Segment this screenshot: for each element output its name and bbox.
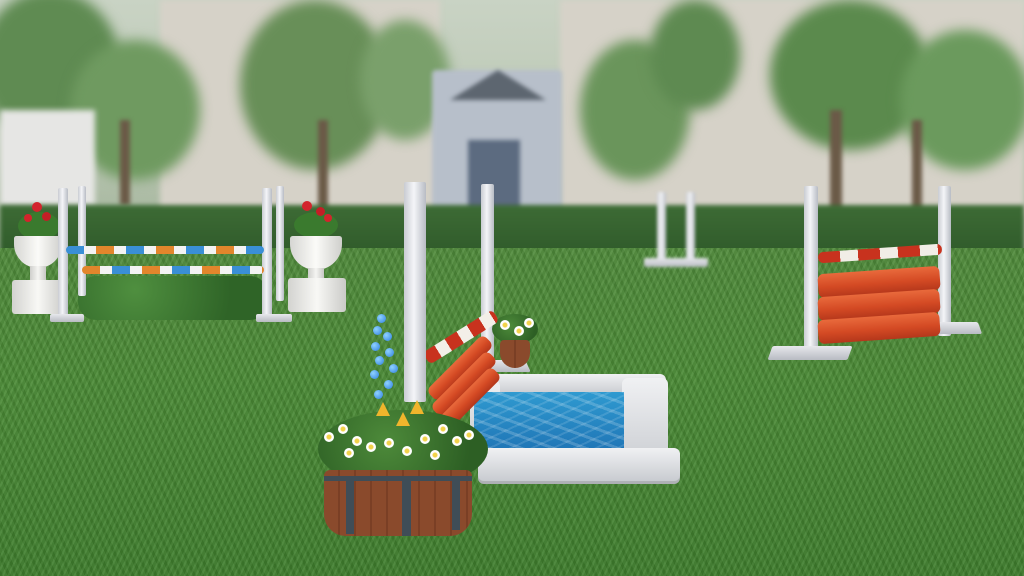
water-pool <box>474 392 624 456</box>
stone-border <box>478 448 680 484</box>
daisy <box>344 448 354 458</box>
left-jump-foot <box>50 314 84 322</box>
plank-jump-foot <box>767 346 853 360</box>
right-urn-base <box>288 278 346 312</box>
water-jump-standard <box>404 182 426 402</box>
delphinium-flower <box>385 348 394 357</box>
barrel-hoop <box>402 480 411 536</box>
daisy <box>324 432 334 442</box>
left-jump-standard <box>262 188 272 316</box>
background-tree <box>650 0 740 110</box>
delphinium-flower <box>383 332 392 341</box>
delphinium-flower <box>373 326 382 335</box>
tree-trunk <box>318 120 328 210</box>
left-jump-standard <box>78 186 86 296</box>
delphinium-flower <box>389 364 398 373</box>
geranium-flower <box>316 207 325 216</box>
delphinium-flower <box>375 356 384 365</box>
distant-jump-post <box>686 192 695 264</box>
house-roof <box>450 70 546 100</box>
daisy <box>402 446 412 456</box>
geranium-flower <box>324 214 332 222</box>
delphinium-flower <box>377 314 386 323</box>
geranium-flower <box>42 212 51 221</box>
plank-jump-standard <box>804 186 818 358</box>
barrel-hoop <box>452 480 460 530</box>
daisy <box>384 438 394 448</box>
lily-flower <box>410 400 424 414</box>
daisy <box>352 436 362 446</box>
striped-pole <box>82 266 264 274</box>
barrel-hoop <box>346 480 354 534</box>
delphinium-flower <box>370 370 379 379</box>
game-scene <box>0 0 1024 576</box>
hud-caption <box>0 0 1 1</box>
delphinium-flower <box>374 390 383 399</box>
tree-trunk <box>120 120 130 205</box>
striped-pole <box>66 246 264 254</box>
daisy <box>514 326 524 336</box>
geranium-flower <box>302 201 312 211</box>
geranium-flower <box>32 202 42 212</box>
left-jump-foot <box>256 314 292 322</box>
daisy <box>366 442 376 452</box>
daisy <box>500 320 510 330</box>
daisy <box>464 430 474 440</box>
plank-jump-standard <box>938 186 951 336</box>
left-urn-base <box>12 280 64 314</box>
geranium-flower <box>24 214 32 222</box>
tree-trunk <box>830 110 842 210</box>
daisy <box>430 450 440 460</box>
lily-flower <box>396 412 410 426</box>
delphinium-flower <box>384 380 393 389</box>
house-door <box>468 140 520 210</box>
delphinium-flower <box>371 342 380 351</box>
daisy <box>338 424 348 434</box>
jump-shrub <box>78 276 268 320</box>
distant-jump-foot <box>644 258 708 267</box>
lily-flower <box>376 402 390 416</box>
left-jump-standard <box>276 186 284 301</box>
distant-jump-post <box>657 192 666 264</box>
daisy <box>524 318 534 328</box>
daisy <box>452 436 462 446</box>
tree-trunk <box>912 120 922 210</box>
daisy <box>438 424 448 434</box>
daisy <box>420 434 430 444</box>
